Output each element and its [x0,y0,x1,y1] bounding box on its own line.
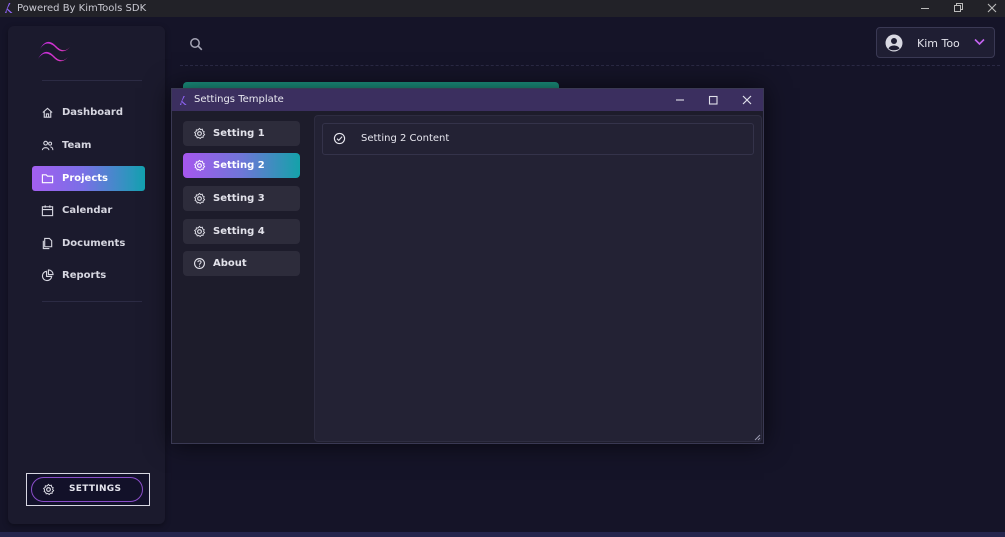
avatar-icon [885,34,903,52]
maximize-icon [708,95,718,105]
window-titlebar: Powered By KimTools SDK [0,0,1005,17]
resize-grip-icon[interactable] [753,433,761,441]
settings-content-text: Setting 2 Content [361,133,450,144]
dialog-item-setting-1[interactable]: Setting 1 [183,121,300,146]
sidebar-divider [42,80,142,81]
user-menu-button[interactable]: Kim Too [876,27,995,58]
documents-icon [42,237,53,250]
dialog-item-label: Setting 4 [213,226,265,237]
sidebar-item-label: Team [62,140,92,151]
settings-button-pill: SETTINGS [31,477,143,502]
dialog-maximize-button[interactable] [704,92,722,108]
dialog-title: Settings Template [194,94,284,105]
gear-icon [194,225,206,238]
dialog-item-label: About [213,258,247,269]
sidebar-item-team[interactable]: Team [32,133,145,158]
info-icon [194,258,205,269]
sidebar: Dashboard Team Projects Calendar Documen… [8,26,165,524]
close-icon [742,95,752,105]
sidebar-item-label: Projects [62,173,109,184]
check-circle-icon [333,132,346,145]
minimize-icon [921,8,929,9]
sidebar-item-calendar[interactable]: Calendar [32,198,145,223]
minimize-button[interactable] [913,0,937,17]
kimtools-logo-icon [5,3,13,13]
settings-content-card: Setting 2 Content [322,123,754,155]
sidebar-item-documents[interactable]: Documents [32,231,145,256]
sidebar-item-reports[interactable]: Reports [32,263,145,288]
settings-content-panel: Setting 2 Content [314,115,762,442]
gear-icon [194,159,206,172]
brand-logo-icon [38,41,72,62]
minimize-icon [676,99,684,101]
sidebar-item-label: Documents [62,238,126,249]
users-icon [41,140,54,151]
calendar-icon [41,205,54,217]
user-name: Kim Too [917,37,960,50]
sidebar-item-label: Reports [62,270,107,281]
close-icon [987,3,997,13]
taskbar-strip [0,532,1005,537]
dialog-item-setting-2[interactable]: Setting 2 [183,153,300,178]
dialog-item-label: Setting 2 [213,160,265,171]
header-divider [180,65,1000,66]
sidebar-item-label: Dashboard [62,107,123,118]
dialog-minimize-button[interactable] [671,92,689,108]
close-window-button[interactable] [980,0,1004,17]
chevron-down-icon [974,38,985,46]
sidebar-item-dashboard[interactable]: Dashboard [32,100,145,125]
search-icon[interactable] [189,37,203,51]
dialog-item-setting-3[interactable]: Setting 3 [183,186,300,211]
dialog-titlebar: Settings Template [172,89,763,111]
pie-chart-icon [41,269,54,282]
dialog-item-about[interactable]: About [183,251,300,276]
restore-icon [954,3,963,12]
dialog-item-setting-4[interactable]: Setting 4 [183,219,300,244]
restore-button[interactable] [946,0,970,17]
kimtools-logo-icon [179,96,187,105]
gear-icon [194,127,206,140]
sidebar-divider [42,301,142,302]
dialog-item-label: Setting 1 [213,128,265,139]
settings-dialog: Settings Template Setting 1 Setting 2 Se… [171,88,764,444]
sidebar-item-projects[interactable]: Projects [32,166,145,191]
gear-icon [43,483,55,496]
gear-icon [194,192,206,205]
dialog-close-button[interactable] [738,92,756,108]
dialog-item-label: Setting 3 [213,193,265,204]
sidebar-item-label: Calendar [62,205,113,216]
folder-icon [41,174,54,184]
settings-button[interactable]: SETTINGS [26,473,150,506]
home-icon [42,107,53,118]
settings-button-label: SETTINGS [69,484,122,494]
window-title: Powered By KimTools SDK [17,3,147,14]
